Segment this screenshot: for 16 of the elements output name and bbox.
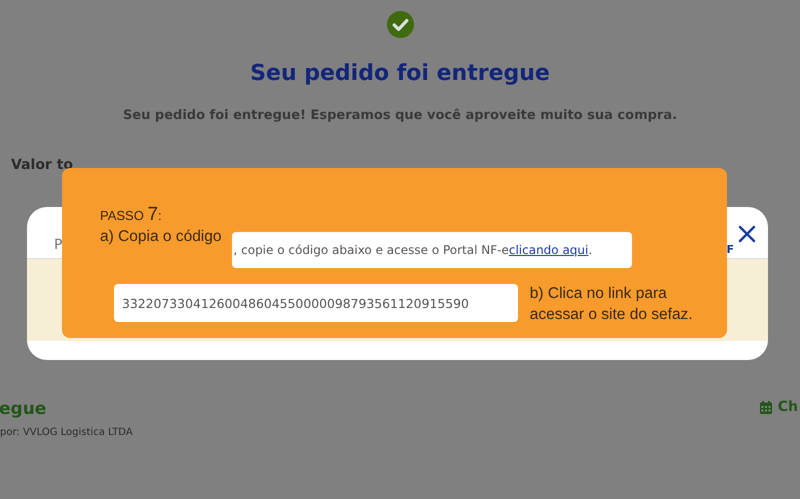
- portal-instruction: , copie o código abaixo e acesse o Portal NF-eclicando aqui.: [234, 243, 592, 257]
- carrier-text: por: VVLOG Logistica LTDA: [0, 427, 133, 438]
- calendar-icon: [760, 400, 772, 414]
- modal-label: P: [54, 237, 62, 253]
- step-title: PASSO 7:: [100, 204, 163, 226]
- summary-label: Valor to: [11, 157, 74, 173]
- instruction-text: a) Copia o código: [100, 228, 222, 246]
- portal-link[interactable]: clicando aqui: [508, 243, 588, 257]
- access-key-field[interactable]: 33220733041260048604550000098793561120915590: [114, 284, 518, 322]
- page-title: Seu pedido foi entregue: [250, 61, 550, 86]
- close-icon[interactable]: [738, 225, 756, 243]
- modal-side-text: F: [726, 243, 734, 256]
- delivery-status: egue: [0, 399, 48, 419]
- instruction-text: b) Clica no link para acessar o site do sefaz.: [530, 284, 694, 325]
- delivery-message: Seu pedido foi entregue! Esperamos que você aproveite muito sua compra.: [122, 108, 678, 123]
- check-circle-icon: [386, 10, 414, 39]
